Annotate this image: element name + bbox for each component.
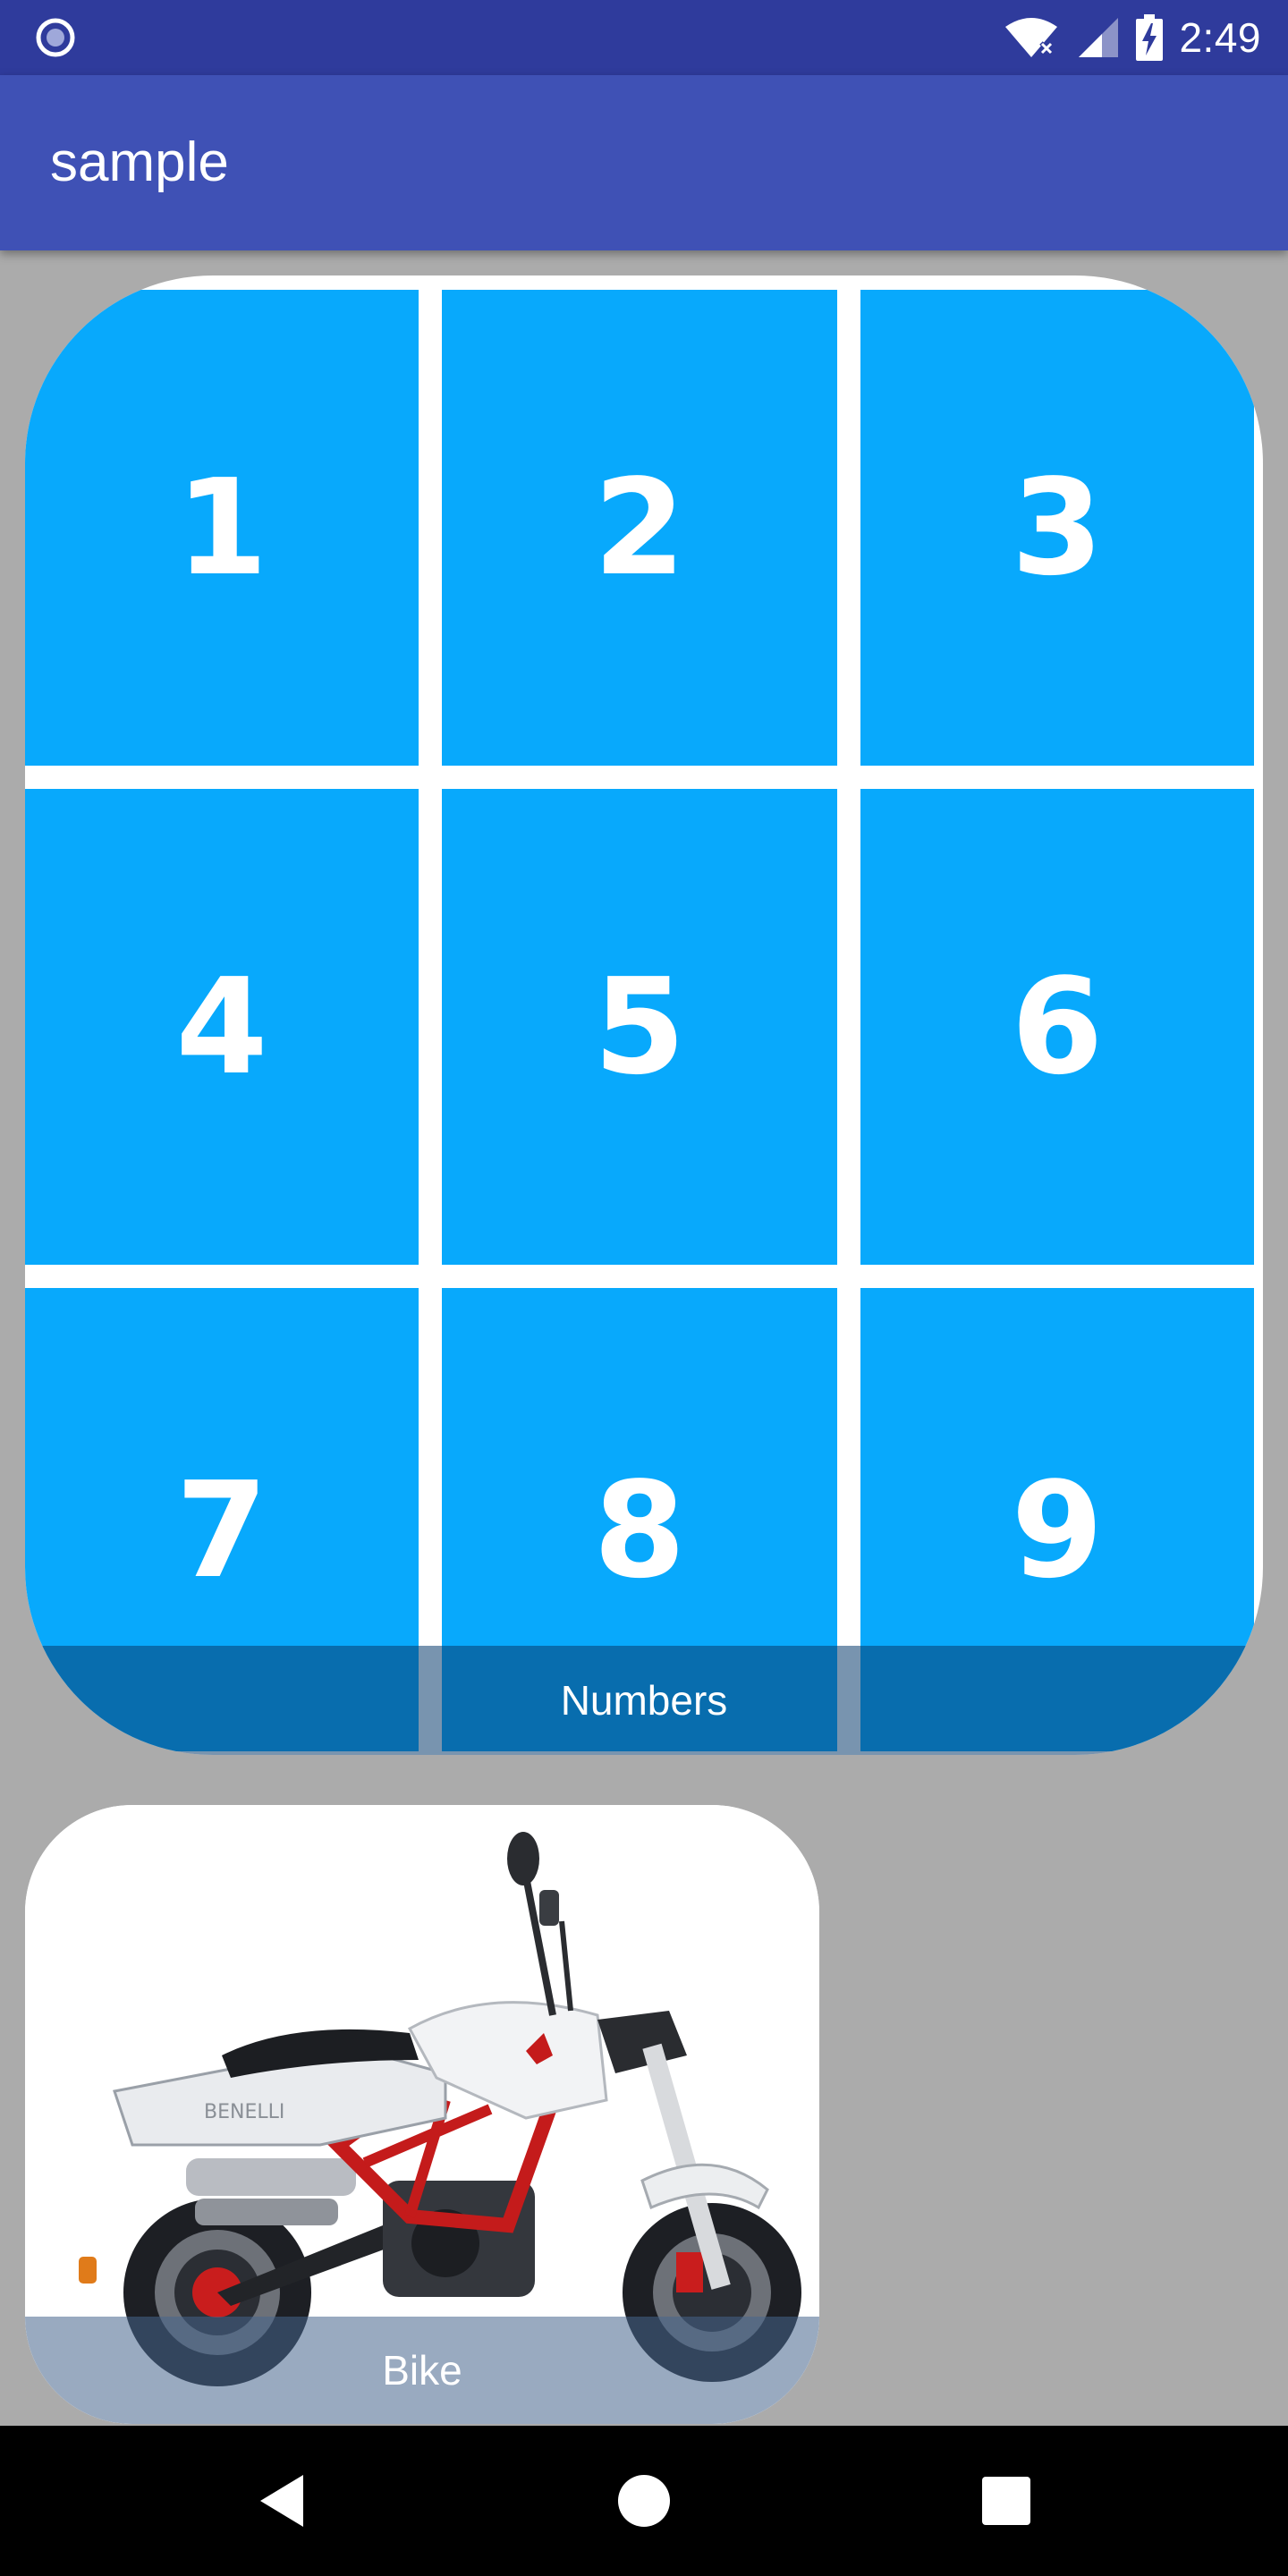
back-icon	[260, 2475, 303, 2527]
number-tile-4[interactable]: 4	[25, 789, 419, 1265]
back-button[interactable]	[228, 2426, 335, 2576]
number-tile-1[interactable]: 1	[25, 290, 419, 766]
navigation-bar	[0, 2426, 1288, 2576]
numbers-card[interactable]: 1 2 3 4 5 6 7 8 9 Numbers	[25, 275, 1263, 1755]
recents-button[interactable]	[953, 2426, 1060, 2576]
app-bar: sample	[0, 75, 1288, 250]
app-title: sample	[50, 131, 229, 193]
numbers-grid: 1 2 3 4 5 6 7 8 9	[25, 290, 1263, 1755]
bike-caption: Bike	[25, 2317, 819, 2424]
battery-charging-icon	[1136, 14, 1164, 61]
cell-signal-icon	[1079, 18, 1119, 57]
recents-icon	[982, 2477, 1030, 2525]
number-tile-6[interactable]: 6	[860, 789, 1254, 1265]
number-tile-3[interactable]: 3	[860, 290, 1254, 766]
svg-text:BENELLI: BENELLI	[204, 2101, 284, 2123]
home-icon	[618, 2475, 670, 2527]
number-tile-5[interactable]: 5	[442, 789, 837, 1265]
numbers-caption: Numbers	[25, 1646, 1263, 1755]
number-tile-2[interactable]: 2	[442, 290, 837, 766]
status-time: 2:49	[1179, 14, 1261, 61]
home-button[interactable]	[590, 2426, 698, 2576]
bike-card[interactable]: BENELLI Bike	[25, 1805, 819, 2424]
wifi-icon	[1005, 18, 1058, 57]
status-bar: 2:49	[0, 0, 1288, 75]
app-notification-icon	[36, 18, 75, 57]
